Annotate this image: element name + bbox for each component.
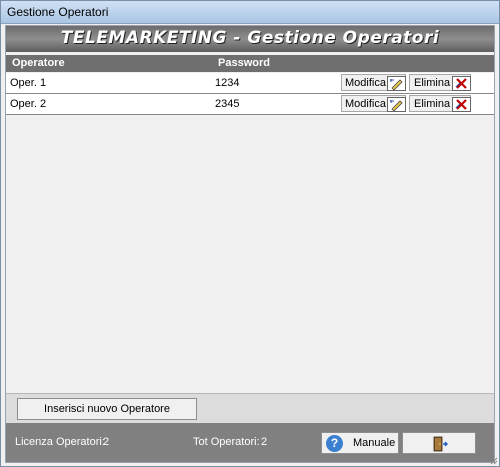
license-label: Licenza Operatori: — [15, 436, 105, 448]
manual-button[interactable]: ? Manuale — [321, 432, 399, 454]
exit-button[interactable] — [402, 432, 476, 454]
operator-list-empty-area — [6, 115, 494, 393]
footer: Licenza Operatori: 2 Tot Operatori: 2 ? … — [6, 423, 494, 462]
table-row: Oper. 2 2345 Modifica Elimina — [6, 94, 494, 115]
delete-button-label: Elimina — [414, 77, 451, 89]
exit-door-icon — [432, 436, 448, 455]
content-frame: TELEMARKETING - Gestione Operatori Opera… — [5, 25, 495, 463]
edit-button-label: Modifica — [345, 98, 386, 110]
operator-password: 1234 — [215, 77, 240, 89]
delete-button-label: Elimina — [414, 98, 451, 110]
pencil-edit-icon — [387, 76, 406, 91]
delete-x-icon — [452, 76, 471, 91]
operator-name: Oper. 2 — [10, 98, 47, 110]
window-titlebar[interactable]: Gestione Operatori — [1, 1, 499, 24]
total-operators-label: Tot Operatori: — [193, 436, 260, 448]
pencil-edit-icon — [387, 97, 406, 112]
license-value: 2 — [103, 436, 110, 448]
delete-x-icon — [452, 97, 471, 112]
column-header-operatore: Operatore — [12, 57, 65, 69]
window-title: Gestione Operatori — [7, 5, 109, 19]
banner-title: TELEMARKETING - Gestione Operatori — [60, 28, 440, 48]
manual-button-label: Manuale — [353, 437, 396, 449]
add-operator-button[interactable]: Inserisci nuovo Operatore — [17, 398, 197, 420]
table-header: Operatore Password — [6, 55, 494, 72]
banner: TELEMARKETING - Gestione Operatori — [6, 26, 494, 52]
total-operators-value: 2 — [261, 436, 268, 448]
table-row: Oper. 1 1234 Modifica Elimina — [6, 73, 494, 94]
resize-grip-icon[interactable] — [488, 455, 498, 465]
delete-operator-button[interactable]: Elimina — [409, 95, 471, 112]
operator-table: Oper. 1 1234 Modifica Elimina Oper. 2 23… — [6, 73, 494, 115]
edit-operator-button[interactable]: Modifica — [341, 95, 406, 112]
help-question-icon: ? — [326, 435, 343, 452]
gestione-operatori-window: Gestione Operatori TELEMARKETING - Gesti… — [0, 0, 500, 467]
edit-operator-button[interactable]: Modifica — [341, 74, 406, 91]
edit-button-label: Modifica — [345, 77, 386, 89]
operator-name: Oper. 1 — [10, 77, 47, 89]
column-header-password: Password — [218, 57, 270, 69]
operator-password: 2345 — [215, 98, 240, 110]
insert-bar: Inserisci nuovo Operatore — [6, 393, 494, 424]
delete-operator-button[interactable]: Elimina — [409, 74, 471, 91]
